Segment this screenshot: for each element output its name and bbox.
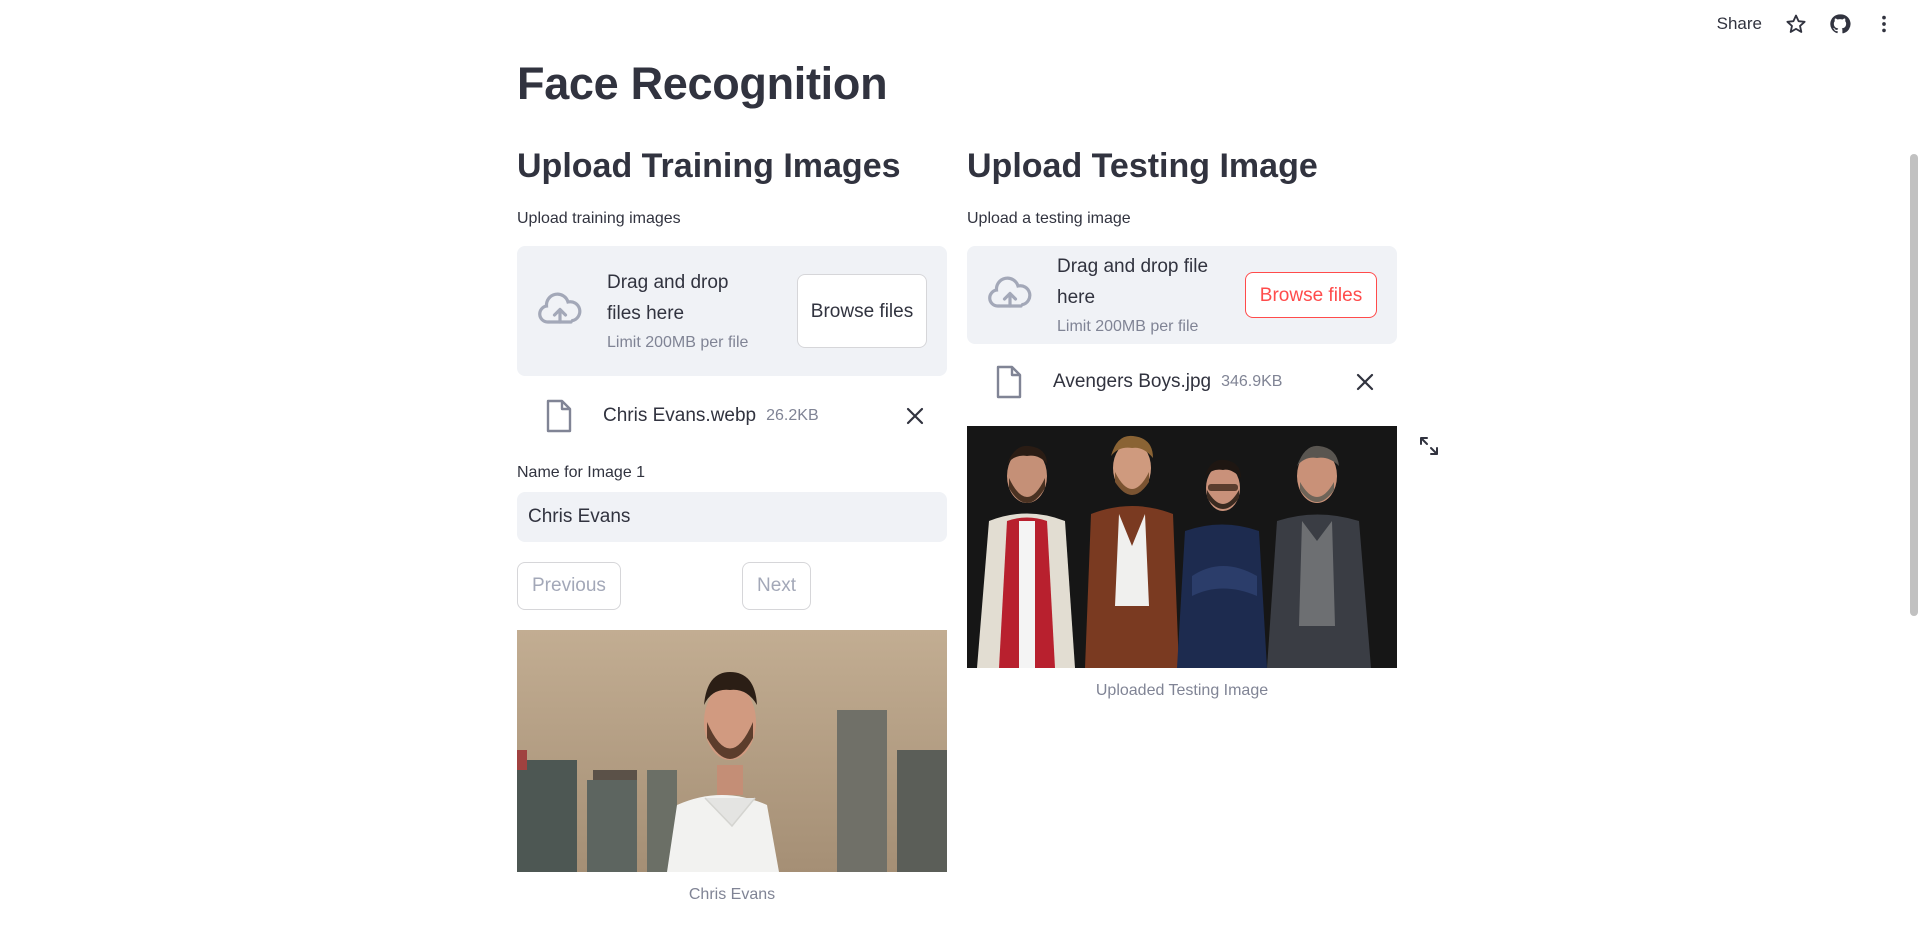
- testing-column: Upload Testing Image Upload a testing im…: [967, 146, 1397, 700]
- app-toolbar: Share: [1705, 0, 1920, 48]
- next-button[interactable]: Next: [742, 562, 812, 610]
- training-uploaded-file: Chris Evans.webp 26.2KB: [517, 376, 947, 456]
- training-drop-text: Drag and drop files here: [607, 272, 729, 324]
- testing-uploader-label: Upload a testing image: [967, 210, 1131, 227]
- testing-drop-text: Drag and drop file here: [1057, 256, 1209, 308]
- testing-heading: Upload Testing Image: [967, 147, 1318, 185]
- testing-file-size: 346.9KB: [1221, 373, 1283, 390]
- close-icon[interactable]: [1351, 368, 1379, 396]
- more-vertical-icon[interactable]: [1862, 0, 1906, 48]
- training-photo: [517, 630, 947, 872]
- testing-uploaded-file: Avengers Boys.jpg 346.9KB: [967, 344, 1397, 420]
- testing-browse-button[interactable]: Browse files: [1245, 272, 1377, 318]
- image-name-label: Name for Image 1: [517, 464, 646, 481]
- cloud-upload-icon: [538, 292, 582, 324]
- image-navigation: Previous Next: [517, 562, 947, 612]
- close-icon[interactable]: [901, 402, 929, 430]
- training-column: Upload Training Images Upload training i…: [517, 146, 947, 904]
- testing-photo: [967, 426, 1397, 668]
- testing-dropzone[interactable]: Drag and drop file here Limit 200MB per …: [967, 246, 1397, 344]
- github-icon[interactable]: [1818, 0, 1862, 48]
- training-limit-text: Limit 200MB per file: [607, 334, 749, 351]
- training-file-name: Chris Evans.webp: [603, 405, 757, 426]
- testing-file-name: Avengers Boys.jpg: [1053, 371, 1212, 392]
- previous-button[interactable]: Previous: [517, 562, 621, 610]
- page-title: Face Recognition: [517, 58, 888, 109]
- scrollbar-thumb[interactable]: [1910, 154, 1918, 616]
- image-name-input[interactable]: [517, 492, 947, 542]
- file-icon: [546, 399, 572, 433]
- star-icon[interactable]: [1774, 0, 1818, 48]
- testing-image-caption: Uploaded Testing Image: [1095, 682, 1269, 699]
- training-heading: Upload Training Images: [517, 147, 901, 185]
- training-image: [517, 630, 947, 872]
- cloud-upload-icon: [988, 276, 1032, 308]
- training-uploader-label: Upload training images: [517, 210, 681, 227]
- training-browse-button[interactable]: Browse files: [797, 274, 927, 348]
- share-button[interactable]: Share: [1705, 14, 1774, 34]
- fullscreen-expand-icon[interactable]: [1417, 434, 1441, 458]
- testing-limit-text: Limit 200MB per file: [1057, 318, 1199, 335]
- training-image-caption: Chris Evans: [688, 886, 776, 903]
- testing-image: [967, 426, 1397, 668]
- training-dropzone[interactable]: Drag and drop files here Limit 200MB per…: [517, 246, 947, 376]
- training-file-size: 26.2KB: [766, 407, 819, 424]
- file-icon: [996, 365, 1022, 399]
